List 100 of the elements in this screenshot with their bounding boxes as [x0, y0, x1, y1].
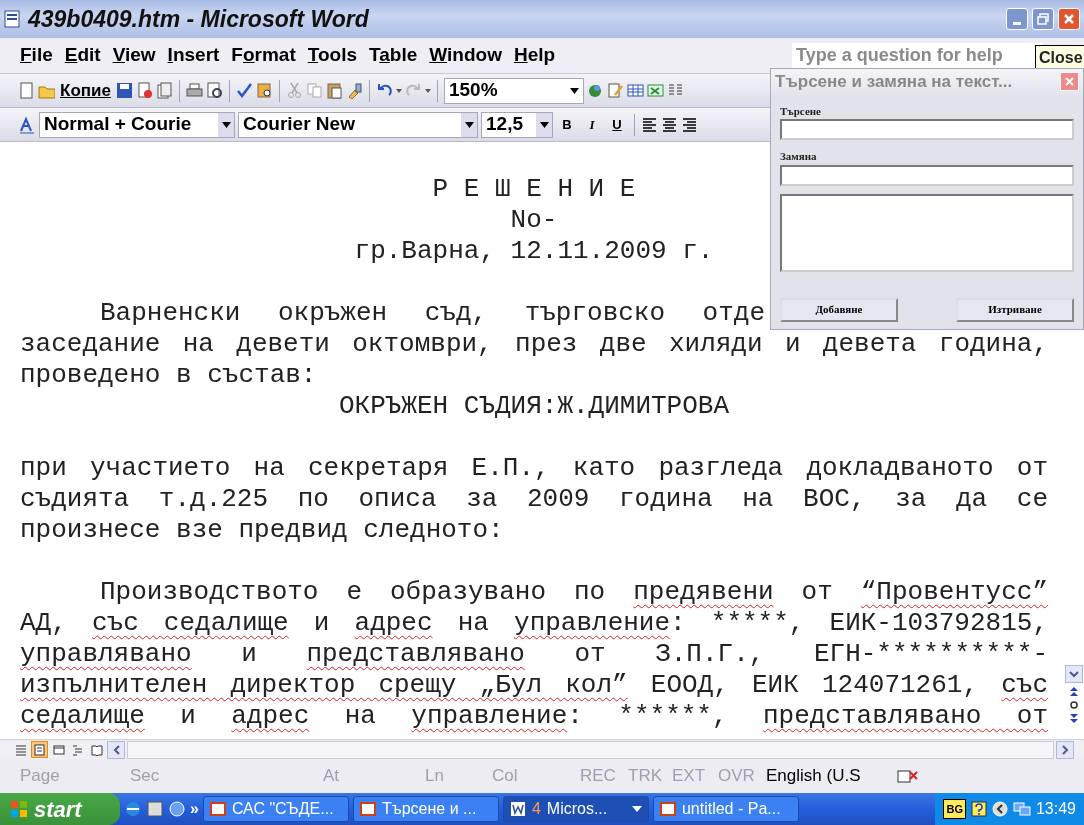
underline-button[interactable]: U: [606, 112, 628, 137]
menu-item[interactable]: Table: [363, 39, 424, 72]
dialog-button[interactable]: Изтриване: [956, 297, 1074, 322]
undo-arrow-icon[interactable]: [375, 82, 393, 99]
status-item: English (U.S: [766, 765, 862, 788]
menu-item[interactable]: Help: [507, 39, 562, 72]
tooltip: Close: [1035, 45, 1084, 71]
style-dropdown[interactable]: Normal + Courie: [39, 111, 235, 138]
scroll-down-button[interactable]: [1065, 665, 1083, 683]
italic-button[interactable]: I: [581, 112, 603, 137]
window-icon: [659, 801, 676, 817]
scroll-right-button[interactable]: [1056, 740, 1074, 759]
menu-item[interactable]: Tools: [301, 39, 364, 72]
text-line: при участието на секретаря Е.П., като разгледа докладваното от: [20, 453, 1048, 484]
styles-pane-icon[interactable]: [18, 115, 36, 134]
menu-item[interactable]: Edit: [58, 39, 107, 72]
text-line: заседание на девети октомври, през две хиляди и девета година,: [20, 329, 1048, 360]
dropdown-arrow-icon[interactable]: [424, 88, 431, 93]
browser-icon[interactable]: [124, 800, 142, 818]
new-document-icon[interactable]: [18, 82, 35, 99]
dialog-button[interactable]: Добавяне: [780, 297, 898, 322]
app-icon[interactable]: [168, 800, 186, 818]
language-indicator[interactable]: BG: [943, 798, 966, 820]
windows-flag-icon: [10, 800, 28, 818]
window-icon: [359, 801, 376, 817]
taskbar-button[interactable]: untitled - Pa...: [652, 796, 799, 822]
align-right-icon[interactable]: [681, 116, 698, 133]
spelling-check-icon[interactable]: [235, 82, 253, 99]
next-page-icon[interactable]: [1070, 713, 1078, 723]
dropdown-arrow-icon: [221, 121, 231, 128]
bold-button[interactable]: B: [556, 112, 578, 137]
help-icon[interactable]: [970, 801, 987, 817]
dropdown-arrow-icon: [631, 806, 642, 812]
document-stack-icon[interactable]: [155, 82, 173, 99]
status-item: At: [323, 765, 341, 788]
menu-item[interactable]: Format: [225, 39, 302, 72]
table-grid-icon[interactable]: [626, 82, 644, 99]
print-preview-icon[interactable]: [205, 82, 223, 99]
close-icon: [1065, 77, 1074, 87]
status-item: Page: [20, 765, 61, 788]
close-icon: [1063, 13, 1075, 25]
text-line: АД, със седалище и адрес на управление: *****, ЕИК-103792815,: [20, 608, 1048, 639]
replace-field[interactable]: [780, 164, 1074, 186]
taskbar-button[interactable]: САС "СЪДЕ...: [202, 796, 349, 822]
horizontal-scrollbar[interactable]: [127, 740, 1054, 759]
window-icon: [209, 801, 226, 817]
chevron-down-icon: [1069, 670, 1079, 678]
close-button[interactable]: [1058, 8, 1080, 30]
taskbar-button[interactable]: 4 Micros...: [502, 796, 649, 822]
dropdown-arrow-icon: [570, 87, 580, 94]
text-line: изпълнителен директор срещу „Бул кол” ЕООД, ЕИК 124071261, със: [20, 670, 1048, 701]
previous-page-icon[interactable]: [1070, 687, 1078, 697]
spreadsheet-icon[interactable]: [646, 82, 664, 99]
clock: 13:49: [1035, 799, 1076, 819]
text-area[interactable]: [780, 193, 1074, 272]
status-item: Col: [492, 765, 519, 788]
normal-view-icon: [14, 743, 27, 756]
status-item: Sec: [130, 765, 161, 788]
outline-view-icon: [71, 743, 84, 756]
globe-icon[interactable]: [586, 82, 604, 99]
dropdown-arrow-icon: [464, 121, 474, 128]
menu-item[interactable]: View: [106, 39, 162, 72]
font-size-dropdown[interactable]: 12,5: [481, 111, 553, 138]
browse-object-icon[interactable]: [1070, 701, 1078, 709]
align-center-icon[interactable]: [661, 116, 678, 133]
text-line: Варненски окръжен съд, търговско отде: [99, 298, 765, 329]
clipboard-icon[interactable]: [325, 82, 343, 99]
font-dropdown[interactable]: Courier New: [238, 111, 478, 138]
web-layout-icon: [52, 743, 65, 756]
taskbar-button[interactable]: Търсене и ...: [352, 796, 499, 822]
status-item: REC: [580, 765, 617, 788]
align-left-icon[interactable]: [641, 116, 658, 133]
status-item: Ln: [425, 765, 445, 788]
word-document-icon: [509, 801, 526, 817]
view-button[interactable]: [31, 741, 48, 758]
text-line: ОКРЪЖЕН СЪДИЯ:Ж.ДИМИТРОВА: [337, 391, 731, 422]
dialog-close-button[interactable]: [1060, 72, 1079, 92]
chevron-left-icon: [112, 744, 120, 755]
printer-icon[interactable]: [185, 82, 203, 99]
window-title: 439b0409.htm - Microsoft Word: [28, 4, 369, 34]
dropdown-arrow-icon[interactable]: [395, 88, 402, 93]
restore-button[interactable]: [1032, 8, 1054, 30]
text-line: Р Е Ш Е Н И Е: [431, 174, 637, 205]
document-pencil-icon[interactable]: [606, 82, 624, 99]
copy-button[interactable]: Копие: [58, 77, 113, 104]
menu-item[interactable]: File: [14, 39, 59, 72]
dropdown-arrow-icon: [539, 121, 549, 128]
scroll-left-button[interactable]: [107, 740, 125, 759]
zoom-dropdown[interactable]: 150%: [443, 77, 584, 104]
print-layout-icon: [33, 743, 46, 756]
restore-icon: [1037, 13, 1049, 25]
text-line: седалище и адрес на управление: ******, представлявано от: [20, 701, 1048, 732]
menu-item[interactable]: Insert: [161, 39, 226, 72]
menu-item[interactable]: Window: [423, 39, 508, 72]
more-quick-launch[interactable]: »: [190, 797, 199, 821]
chevron-right-icon: [1061, 744, 1069, 755]
status-item: OVR: [718, 765, 756, 788]
text-line: произнесе взе предвид следното:: [20, 515, 505, 546]
search-field[interactable]: [780, 119, 1074, 140]
minimize-button[interactable]: [1006, 8, 1028, 30]
